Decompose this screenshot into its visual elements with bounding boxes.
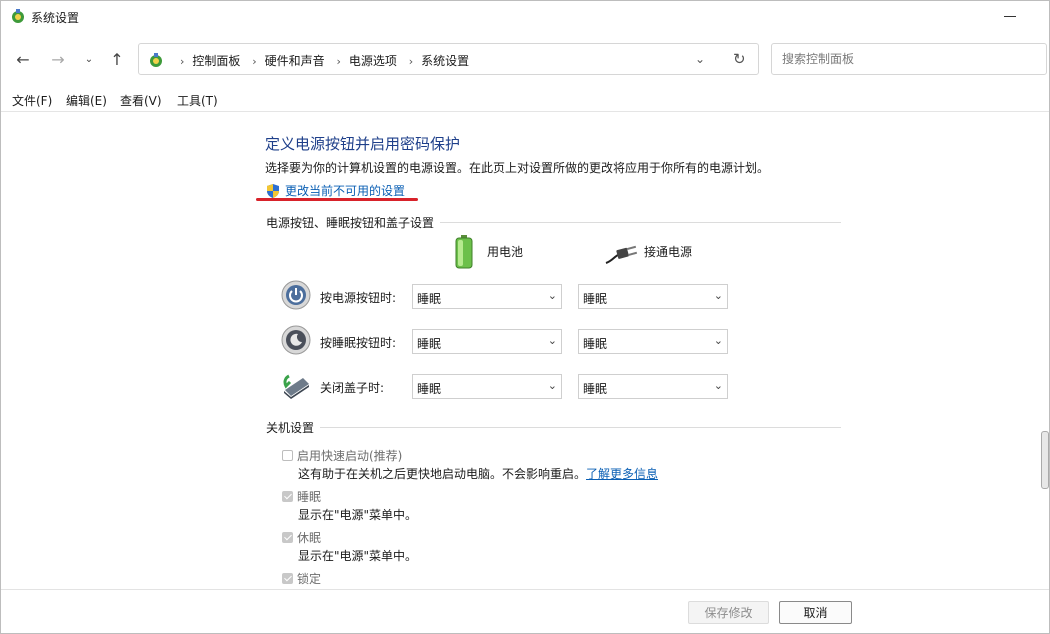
hibernate-checkbox[interactable]	[282, 532, 293, 543]
fast-startup-desc-text: 这有助于在关机之后更快地启动电脑。不会影响重启。	[298, 467, 587, 481]
refresh-icon[interactable]: ↻	[733, 50, 746, 68]
select-value: 睡眠	[417, 337, 442, 351]
group-header-label: 电源按钮、睡眠按钮和盖子设置	[266, 216, 435, 230]
column-header-battery: 用电池	[487, 245, 524, 259]
change-unavailable-settings-link[interactable]: 更改当前不可用的设置	[265, 182, 405, 199]
sleep-option[interactable]: 睡眠	[282, 488, 321, 505]
search-box[interactable]	[771, 43, 1047, 75]
menu-tools[interactable]: 工具(T)	[177, 92, 218, 109]
hibernate-description: 显示在"电源"菜单中。	[298, 549, 418, 563]
menu-file[interactable]: 文件(F)	[12, 92, 52, 109]
arrow-up-icon: ↑	[110, 49, 124, 69]
chevron-right-icon[interactable]: ›	[409, 55, 413, 68]
select-value: 睡眠	[583, 292, 608, 306]
lock-label: 锁定	[297, 572, 322, 586]
sleep-button-label: 按睡眠按钮时:	[320, 336, 397, 350]
breadcrumb: › 控制面板 › 硬件和声音 › 电源选项 › 系统设置	[172, 52, 469, 69]
menu-view[interactable]: 查看(V)	[120, 92, 162, 109]
uac-shield-icon	[267, 183, 279, 198]
battery-icon	[455, 235, 473, 269]
sleep-button-icon	[281, 325, 311, 355]
lock-checkbox[interactable]	[282, 573, 293, 584]
power-buttons-group-header: 电源按钮、睡眠按钮和盖子设置	[266, 214, 841, 231]
lock-option[interactable]: 锁定	[282, 570, 321, 587]
sleep-checkbox[interactable]	[282, 491, 293, 502]
chevron-down-icon: ⌄	[84, 53, 94, 65]
scrollbar-thumb[interactable]	[1041, 431, 1049, 489]
select-value: 睡眠	[417, 382, 442, 396]
power-button-battery-select[interactable]: 睡眠 ⌄	[412, 284, 562, 309]
change-link-label[interactable]: 更改当前不可用的设置	[285, 182, 405, 199]
title-bar: 系统设置	[1, 1, 1049, 33]
fast-startup-description: 这有助于在关机之后更快地启动电脑。不会影响重启。了解更多信息	[298, 465, 658, 482]
breadcrumb-item[interactable]: 系统设置	[421, 54, 469, 68]
system-settings-window: 系统设置 ← → ⌄ ↑ › 控制面板 › 硬件和声音 › 电源选项 › 系统设…	[0, 0, 1050, 634]
page-title: 定义电源按钮并启用密码保护	[265, 135, 461, 153]
footer-bar: 保存修改 取消	[1, 589, 1049, 633]
sleep-button-battery-select[interactable]: 睡眠 ⌄	[412, 329, 562, 354]
sleep-description: 显示在"电源"菜单中。	[298, 508, 418, 522]
control-panel-icon	[12, 9, 24, 23]
close-lid-plugged-select[interactable]: 睡眠 ⌄	[578, 374, 728, 399]
menu-edit[interactable]: 编辑(E)	[66, 92, 107, 109]
arrow-right-icon: →	[51, 49, 65, 69]
page-description: 选择要为你的计算机设置的电源设置。在此页上对设置所做的更改将应用于你所有的电源计…	[265, 161, 770, 175]
sleep-label: 睡眠	[297, 490, 322, 504]
fast-startup-label: 启用快速启动(推荐)	[297, 449, 403, 463]
chevron-down-icon: ⌄	[713, 334, 723, 347]
column-header-plugged-in: 接通电源	[644, 245, 693, 259]
cancel-button[interactable]: 取消	[779, 601, 852, 624]
control-panel-icon	[150, 53, 162, 67]
forward-button[interactable]: →	[46, 47, 70, 71]
minimize-button[interactable]	[1004, 16, 1016, 17]
window-title: 系统设置	[31, 11, 80, 25]
chevron-down-icon: ⌄	[547, 334, 557, 347]
back-button[interactable]: ←	[11, 47, 35, 71]
chevron-right-icon: ›	[180, 55, 185, 68]
divider	[440, 222, 841, 223]
recent-locations-button[interactable]: ⌄	[77, 47, 101, 71]
arrow-left-icon: ←	[16, 49, 30, 69]
close-lid-battery-select[interactable]: 睡眠 ⌄	[412, 374, 562, 399]
breadcrumb-item[interactable]: 控制面板	[192, 54, 240, 68]
laptop-lid-icon	[283, 374, 309, 399]
close-lid-label: 关闭盖子时:	[320, 381, 385, 395]
save-changes-button[interactable]: 保存修改	[688, 601, 769, 624]
navigation-bar: ← → ⌄ ↑ › 控制面板 › 硬件和声音 › 电源选项 › 系统设置 ⌄ ↻	[1, 41, 1049, 77]
sleep-button-plugged-select[interactable]: 睡眠 ⌄	[578, 329, 728, 354]
menu-bar: 文件(F) 编辑(E) 查看(V) 工具(T)	[1, 89, 1049, 112]
search-input[interactable]	[780, 51, 1034, 67]
select-value: 睡眠	[417, 292, 442, 306]
chevron-down-icon: ⌄	[547, 379, 557, 392]
power-plug-icon	[605, 245, 638, 264]
highlight-underline	[256, 198, 418, 201]
power-button-label: 按电源按钮时:	[320, 291, 397, 305]
chevron-right-icon[interactable]: ›	[252, 55, 256, 68]
breadcrumb-item[interactable]: 硬件和声音	[265, 54, 325, 68]
chevron-right-icon[interactable]: ›	[337, 55, 341, 68]
power-button-plugged-select[interactable]: 睡眠 ⌄	[578, 284, 728, 309]
divider	[320, 427, 841, 428]
address-dropdown-icon[interactable]: ⌄	[695, 52, 705, 66]
hibernate-label: 休眠	[297, 531, 322, 545]
fast-startup-checkbox[interactable]	[282, 450, 293, 461]
chevron-down-icon: ⌄	[713, 289, 723, 302]
select-value: 睡眠	[583, 382, 608, 396]
power-button-icon	[281, 280, 311, 310]
chevron-down-icon: ⌄	[713, 379, 723, 392]
fast-startup-option[interactable]: 启用快速启动(推荐)	[282, 447, 402, 464]
address-bar[interactable]: › 控制面板 › 硬件和声音 › 电源选项 › 系统设置 ⌄ ↻	[138, 43, 759, 75]
select-value: 睡眠	[583, 337, 608, 351]
breadcrumb-item[interactable]: 电源选项	[349, 54, 397, 68]
hibernate-option[interactable]: 休眠	[282, 529, 321, 546]
main-content: 定义电源按钮并启用密码保护 选择要为你的计算机设置的电源设置。在此页上对设置所做…	[1, 111, 1049, 589]
up-button[interactable]: ↑	[105, 47, 129, 71]
learn-more-link[interactable]: 了解更多信息	[586, 467, 658, 481]
shutdown-settings-group-header: 关机设置	[266, 419, 841, 436]
group-header-label: 关机设置	[266, 421, 315, 435]
chevron-down-icon: ⌄	[547, 289, 557, 302]
